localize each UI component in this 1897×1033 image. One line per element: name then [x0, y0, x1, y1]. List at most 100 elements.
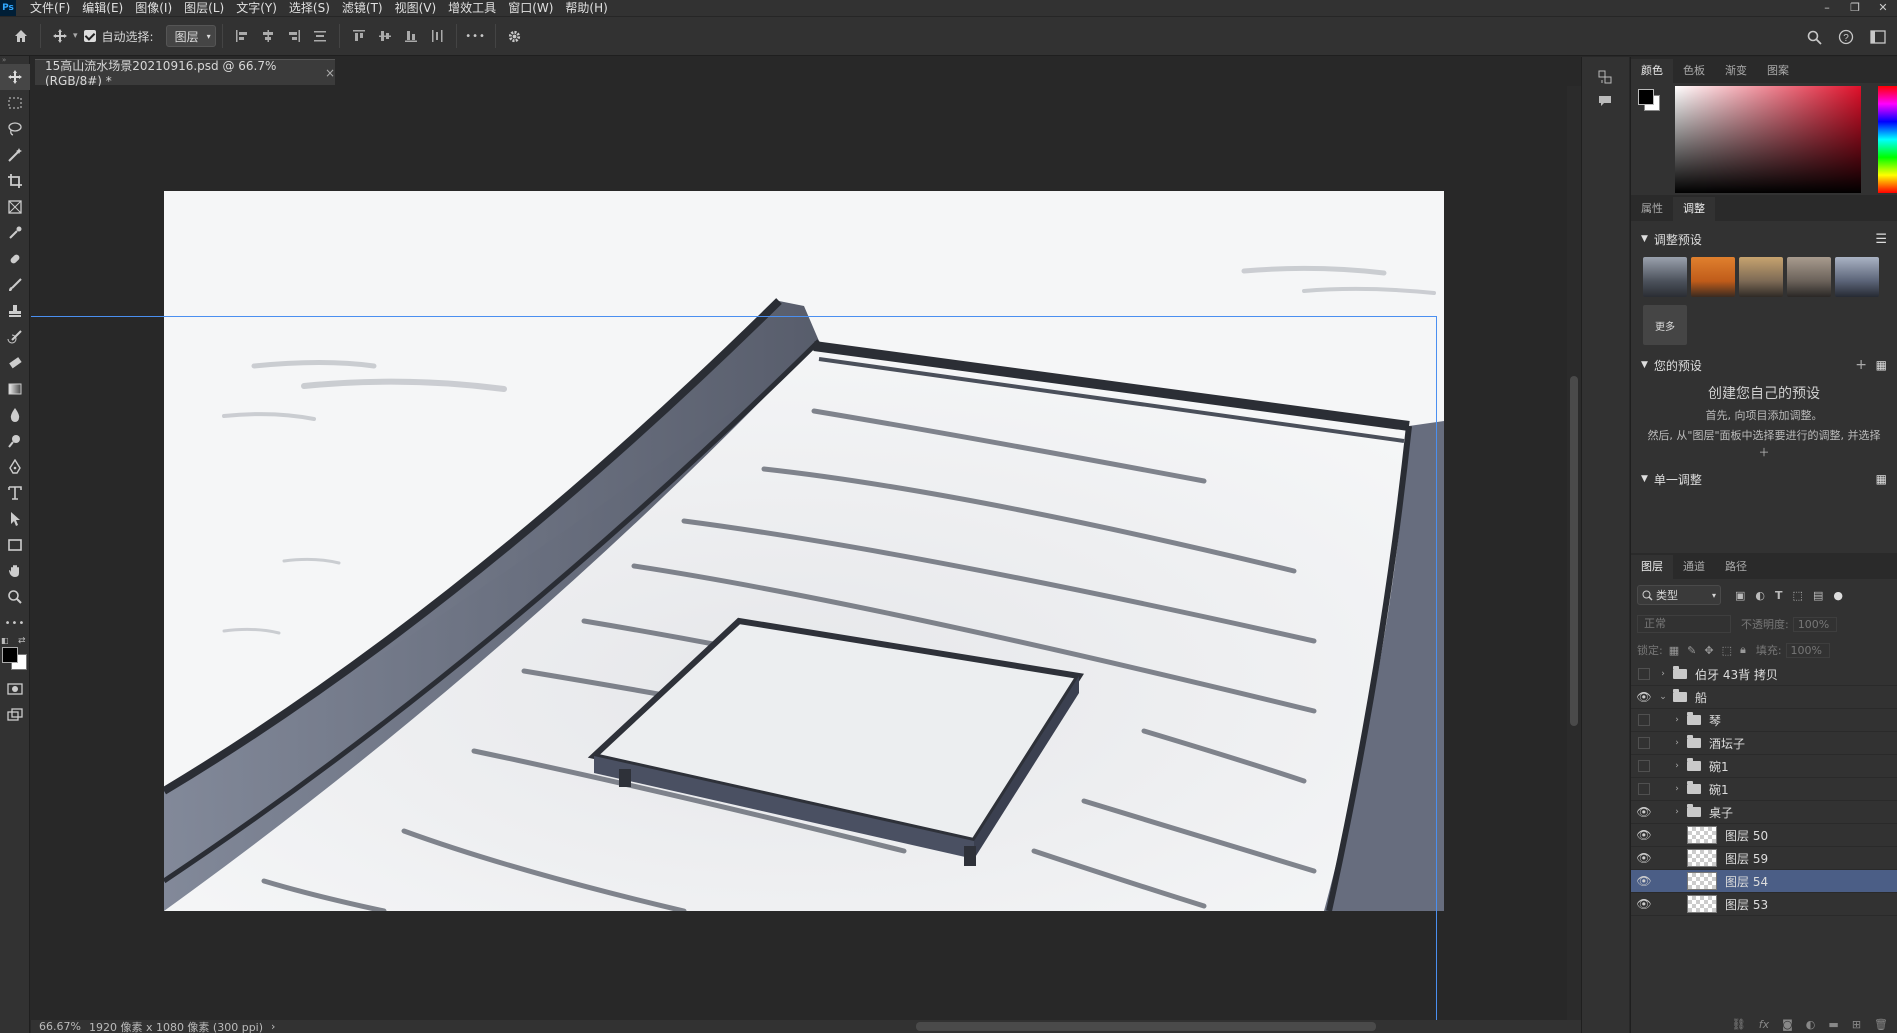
grid-view-icon[interactable]: ▦ [1876, 358, 1887, 372]
align-vcenter-icon[interactable] [372, 23, 398, 49]
lock-pixels-icon[interactable]: ✎ [1687, 644, 1696, 657]
edit-toolbar-icon[interactable]: ••• [0, 610, 30, 636]
align-hcenter-icon[interactable] [255, 23, 281, 49]
fill-field[interactable]: 100% [1785, 642, 1830, 658]
tab-adjustments[interactable]: 调整 [1673, 197, 1715, 221]
history-brush-icon[interactable] [0, 324, 30, 350]
add-mask-icon[interactable]: ◙ [1782, 1018, 1793, 1031]
visibility-toggle[interactable] [1638, 760, 1650, 772]
eye-icon[interactable]: 👁︎ [1631, 897, 1657, 911]
move-tool-icon[interactable] [47, 23, 73, 49]
gear-icon[interactable] [502, 23, 528, 49]
canvas-area[interactable] [31, 86, 1581, 1020]
color-field[interactable] [1675, 86, 1861, 193]
delete-layer-icon[interactable]: 🗑︎ [1874, 1018, 1888, 1031]
hand-tool-icon[interactable] [0, 558, 30, 584]
pen-tool-icon[interactable] [0, 454, 30, 480]
align-top-icon[interactable] [346, 23, 372, 49]
path-selection-icon[interactable] [0, 506, 30, 532]
layer-row[interactable]: 👁︎ 图层 59 [1631, 847, 1897, 870]
tab-channels[interactable]: 通道 [1673, 555, 1715, 579]
layer-filter-dropdown[interactable]: 类型 ▾ [1637, 585, 1721, 605]
comments-panel-icon[interactable] [1597, 93, 1613, 113]
distribute-icon[interactable] [307, 23, 333, 49]
chevron-right-icon[interactable]: › [1671, 761, 1683, 771]
single-adjust-header[interactable]: ▼ 单一调整 ▦ [1631, 467, 1897, 491]
menu-image[interactable]: 图像(I) [129, 0, 178, 16]
home-icon[interactable] [8, 23, 34, 49]
add-icon[interactable]: + [1855, 357, 1867, 373]
menu-select[interactable]: 选择(S) [283, 0, 336, 16]
menu-layer[interactable]: 图层(L) [178, 0, 230, 16]
eye-icon[interactable]: 👁︎ [1631, 828, 1657, 842]
close-window-button[interactable]: ✕ [1869, 0, 1897, 16]
marquee-tool-icon[interactable] [0, 90, 30, 116]
restore-button[interactable]: ❐ [1841, 0, 1869, 16]
layer-row[interactable]: 👁︎ 图层 50 [1631, 824, 1897, 847]
artboard-boat-painting[interactable] [164, 191, 1444, 911]
chevron-right-icon[interactable]: › [1671, 784, 1683, 794]
link-layers-icon[interactable]: ⛓︎ [1732, 1018, 1746, 1031]
layer-row[interactable]: › 碗1 [1631, 755, 1897, 778]
auto-select-target-dropdown[interactable]: 图层 ▾ [165, 25, 216, 47]
document-tab[interactable]: 15高山流水场景20210916.psd @ 66.7%(RGB/8#) * × [35, 59, 335, 88]
swap-colors-icon[interactable]: ⇄ [18, 636, 26, 646]
chevron-down-icon[interactable]: ▾ [73, 31, 78, 41]
eraser-icon[interactable] [0, 350, 30, 376]
horizontal-scrollbar[interactable] [261, 1020, 1561, 1033]
filter-pixel-icon[interactable]: ▣ [1735, 589, 1745, 602]
dodge-tool-icon[interactable] [0, 428, 30, 454]
type-tool-icon[interactable] [0, 480, 30, 506]
vertical-scrollbar-thumb[interactable] [1570, 376, 1578, 726]
menu-type[interactable]: 文字(Y) [230, 0, 283, 16]
layer-row[interactable]: 👁︎ ⌄ 船 [1631, 686, 1897, 709]
auto-select-checkbox[interactable] [83, 30, 96, 42]
chevron-right-icon[interactable]: › [1671, 715, 1683, 725]
lock-artboard-icon[interactable]: ⬚ [1722, 644, 1732, 657]
adjust-presets-header[interactable]: ▼ 调整预设 ☰ [1631, 227, 1897, 251]
grid-view-icon[interactable]: ▦ [1876, 472, 1887, 486]
close-tab-icon[interactable]: × [325, 66, 335, 80]
align-left-icon[interactable] [229, 23, 255, 49]
filter-toggle-icon[interactable]: ● [1833, 589, 1843, 602]
crop-tool-icon[interactable] [0, 168, 30, 194]
menu-help[interactable]: 帮助(H) [559, 0, 613, 16]
layer-row[interactable]: › 伯牙 43背 拷贝 [1631, 663, 1897, 686]
move-tool-icon[interactable] [0, 64, 30, 90]
menu-plugins[interactable]: 增效工具 [442, 0, 502, 16]
clone-stamp-icon[interactable] [0, 298, 30, 324]
new-group-icon[interactable]: ▬ [1828, 1018, 1838, 1031]
blur-tool-icon[interactable] [0, 402, 30, 428]
visibility-toggle[interactable] [1638, 714, 1650, 726]
chevron-right-icon[interactable]: › [1657, 669, 1669, 679]
quick-mask-icon[interactable] [0, 676, 30, 702]
help-icon[interactable]: ? [1833, 24, 1859, 50]
frame-tool-icon[interactable] [0, 194, 30, 220]
tab-patterns[interactable]: 图案 [1757, 59, 1799, 83]
eye-icon[interactable]: 👁︎ [1631, 851, 1657, 865]
filter-type-icon[interactable]: T [1775, 589, 1783, 602]
tab-properties[interactable]: 属性 [1631, 197, 1673, 221]
search-icon[interactable] [1801, 24, 1827, 50]
horizontal-scrollbar-thumb[interactable] [916, 1022, 1376, 1031]
zoom-level[interactable]: 66.67% [39, 1020, 81, 1033]
eye-icon[interactable]: 👁︎ [1631, 874, 1657, 888]
foreground-color-swatch[interactable] [2, 647, 18, 663]
chevron-right-icon[interactable]: › [1671, 807, 1683, 817]
brush-tool-icon[interactable] [0, 272, 30, 298]
workspace-icon[interactable] [1865, 24, 1891, 50]
lock-transparency-icon[interactable]: ▦ [1669, 644, 1679, 657]
chevron-down-icon[interactable]: ⌄ [1657, 692, 1669, 702]
healing-brush-icon[interactable] [0, 246, 30, 272]
your-presets-header[interactable]: ▼ 您的预设 + ▦ [1631, 353, 1897, 377]
preset-thumb-3[interactable] [1739, 257, 1783, 297]
lock-position-icon[interactable]: ✥ [1704, 644, 1713, 657]
preset-thumb-4[interactable] [1787, 257, 1831, 297]
menu-filter[interactable]: 滤镜(T) [336, 0, 389, 16]
layer-row[interactable]: 👁︎ 图层 53 [1631, 893, 1897, 916]
opacity-field[interactable]: 100% [1792, 616, 1837, 632]
new-layer-icon[interactable]: ⊞ [1852, 1018, 1861, 1031]
menu-file[interactable]: 文件(F) [24, 0, 76, 16]
menu-edit[interactable]: 编辑(E) [76, 0, 129, 16]
screen-mode-icon[interactable] [0, 702, 30, 728]
